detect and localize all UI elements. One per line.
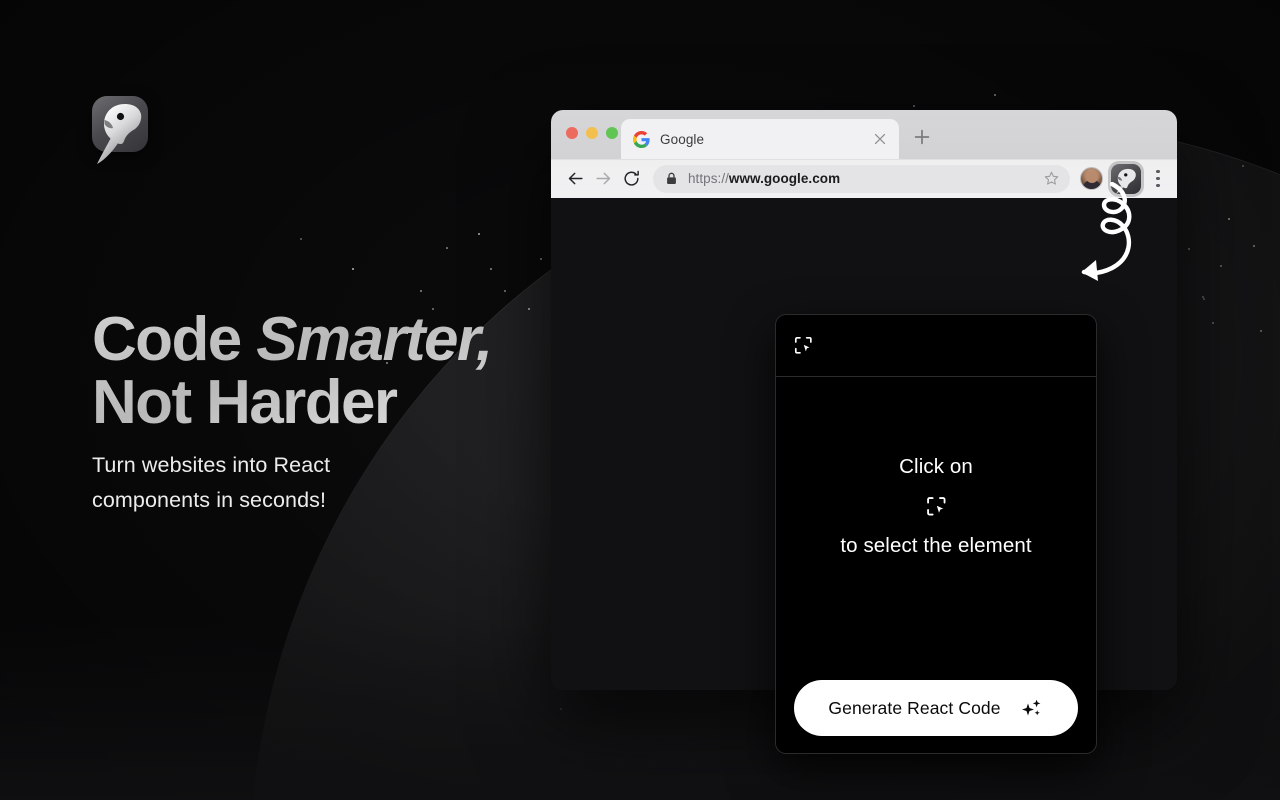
three-dots-menu-icon — [1156, 170, 1160, 174]
forward-button[interactable] — [589, 165, 617, 193]
arrow-left-icon — [568, 172, 583, 185]
arrow-right-icon — [595, 172, 610, 185]
hero-section: Code Smarter, Not Harder Turn websites i… — [92, 96, 562, 512]
minimize-window-button[interactable] — [586, 127, 598, 139]
element-picker-icon[interactable] — [793, 335, 814, 356]
parrot-logo-icon — [97, 104, 142, 164]
headline-italic: Smarter, — [256, 305, 492, 374]
browser-tab-google[interactable]: Google — [621, 119, 899, 159]
reload-icon — [623, 170, 639, 186]
tab-strip: Google — [551, 110, 1177, 159]
popup-body: Click on to select the element Generate … — [776, 377, 1096, 753]
browser-toolbar: https://www.google.com — [551, 159, 1177, 198]
page-subtitle: Turn websites into React components in s… — [92, 453, 331, 512]
browser-menu-button[interactable] — [1147, 166, 1169, 192]
close-window-button[interactable] — [566, 127, 578, 139]
generate-react-code-button[interactable]: Generate React Code — [794, 680, 1078, 736]
close-icon[interactable] — [871, 130, 889, 148]
new-tab-button[interactable] — [911, 126, 933, 148]
tab-title: Google — [660, 131, 705, 147]
browser-window: Google https://www.google.com Click on t… — [551, 110, 1177, 754]
parrot-extension-glyph — [1115, 168, 1136, 194]
page-title: Code Smarter, Not Harder — [92, 308, 492, 434]
google-favicon — [633, 130, 650, 148]
headline-line-2: Not Harder — [92, 368, 397, 438]
maximize-window-button[interactable] — [606, 127, 618, 139]
reload-button[interactable] — [617, 165, 645, 193]
lock-icon — [667, 172, 676, 184]
popup-header — [776, 315, 1096, 377]
profile-avatar[interactable] — [1080, 167, 1103, 190]
parrot-extension-icon[interactable] — [1111, 163, 1141, 194]
brand-logo — [92, 96, 148, 168]
extension-popup: Click on to select the element Generate … — [775, 314, 1097, 754]
url-text: https://www.google.com — [688, 171, 1043, 186]
browser-chrome: Google https://www.google.com — [551, 110, 1177, 198]
popup-instruction-line-2: to select the element — [840, 534, 1032, 557]
url-host: www.google.com — [728, 171, 841, 186]
page-root: Code Smarter, Not Harder Turn websites i… — [0, 0, 1280, 800]
back-button[interactable] — [561, 165, 589, 193]
generate-button-label: Generate React Code — [828, 697, 1001, 718]
element-picker-icon[interactable] — [925, 495, 948, 518]
address-bar[interactable]: https://www.google.com — [653, 164, 1070, 193]
headline-line-1: Code Smarter, — [92, 305, 492, 374]
url-scheme: https:// — [688, 171, 729, 186]
headline-plain: Code — [92, 305, 257, 374]
window-controls — [566, 127, 618, 139]
sparkles-icon — [1021, 699, 1040, 716]
bookmark-star-icon[interactable] — [1043, 170, 1060, 187]
browser-viewport: Click on to select the element Generate … — [551, 198, 1177, 754]
popup-instruction-line-1: Click on — [899, 455, 973, 478]
